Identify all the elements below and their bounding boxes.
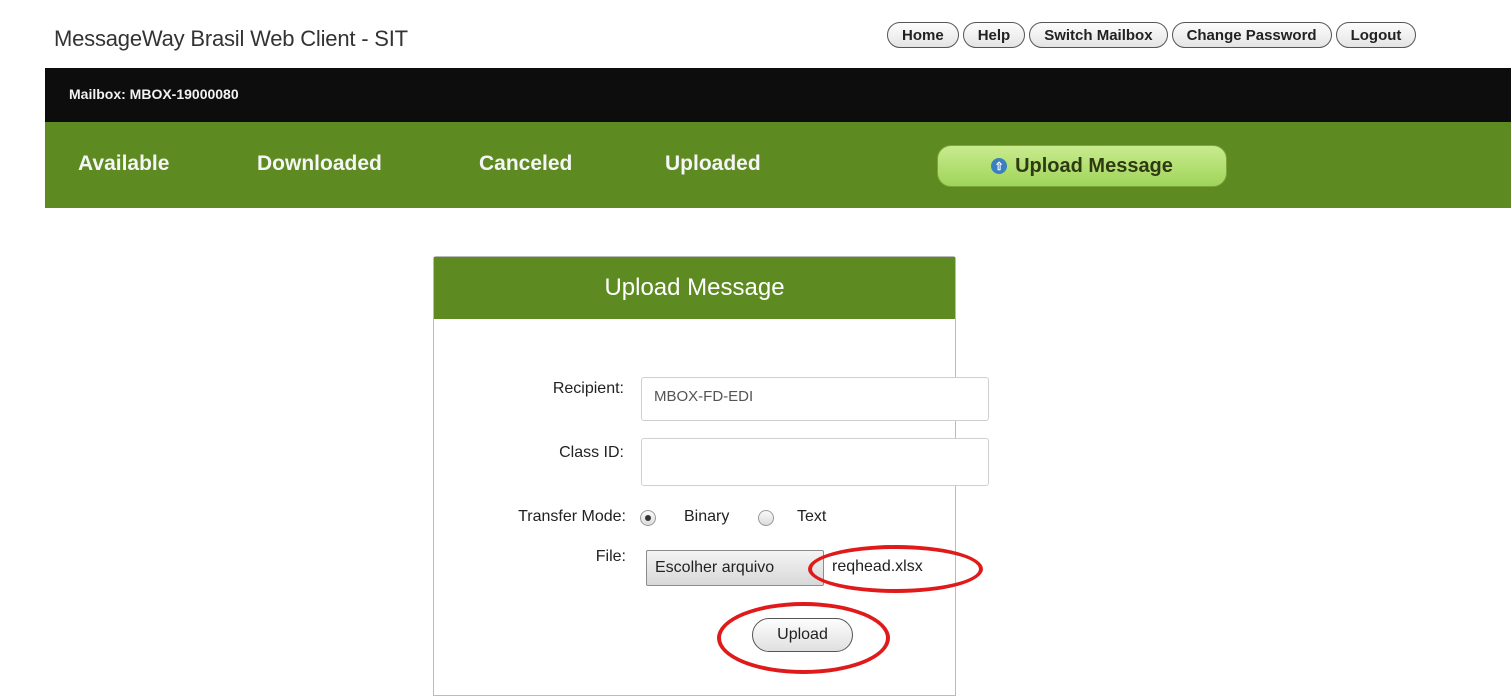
text-radio-label: Text (797, 508, 827, 525)
mailbox-bar: Mailbox: MBOX-19000080 (45, 68, 1511, 122)
binary-radio[interactable] (640, 510, 656, 526)
transfer-mode-label: Transfer Mode: (518, 508, 626, 525)
app-title: MessageWay Brasil Web Client - SIT (54, 26, 408, 51)
tab-canceled[interactable]: Canceled (479, 152, 572, 176)
file-label: File: (595, 548, 626, 565)
switch-mailbox-button[interactable]: Switch Mailbox (1029, 22, 1168, 48)
tab-available[interactable]: Available (78, 152, 169, 176)
class-id-input[interactable] (641, 438, 989, 486)
upload-message-button[interactable]: ⇧ Upload Message (937, 145, 1227, 187)
panel-title: Upload Message (434, 257, 955, 319)
upload-submit-button[interactable]: Upload (752, 618, 853, 652)
top-navigation: Home Help Switch Mailbox Change Password… (887, 22, 1417, 48)
change-password-button[interactable]: Change Password (1171, 22, 1332, 48)
recipient-label: Recipient: (552, 380, 624, 397)
choose-file-button[interactable]: Escolher arquivo (646, 550, 824, 586)
main-navigation: Available Downloaded Canceled Uploaded ⇧… (45, 122, 1511, 208)
binary-radio-label: Binary (684, 508, 730, 525)
recipient-input[interactable]: MBOX-FD-EDI (641, 377, 989, 421)
selected-file-name: reqhead.xlsx (832, 558, 923, 575)
upload-arrow-icon: ⇧ (991, 158, 1008, 174)
mailbox-label: Mailbox: MBOX-19000080 (69, 86, 239, 102)
upload-message-label: Upload Message (1015, 154, 1173, 177)
tab-uploaded[interactable]: Uploaded (665, 152, 761, 176)
help-button[interactable]: Help (962, 22, 1026, 48)
home-button[interactable]: Home (887, 22, 959, 48)
class-id-label: Class ID: (559, 444, 624, 461)
logout-button[interactable]: Logout (1335, 22, 1417, 48)
text-radio[interactable] (758, 510, 774, 526)
tab-downloaded[interactable]: Downloaded (257, 152, 382, 176)
